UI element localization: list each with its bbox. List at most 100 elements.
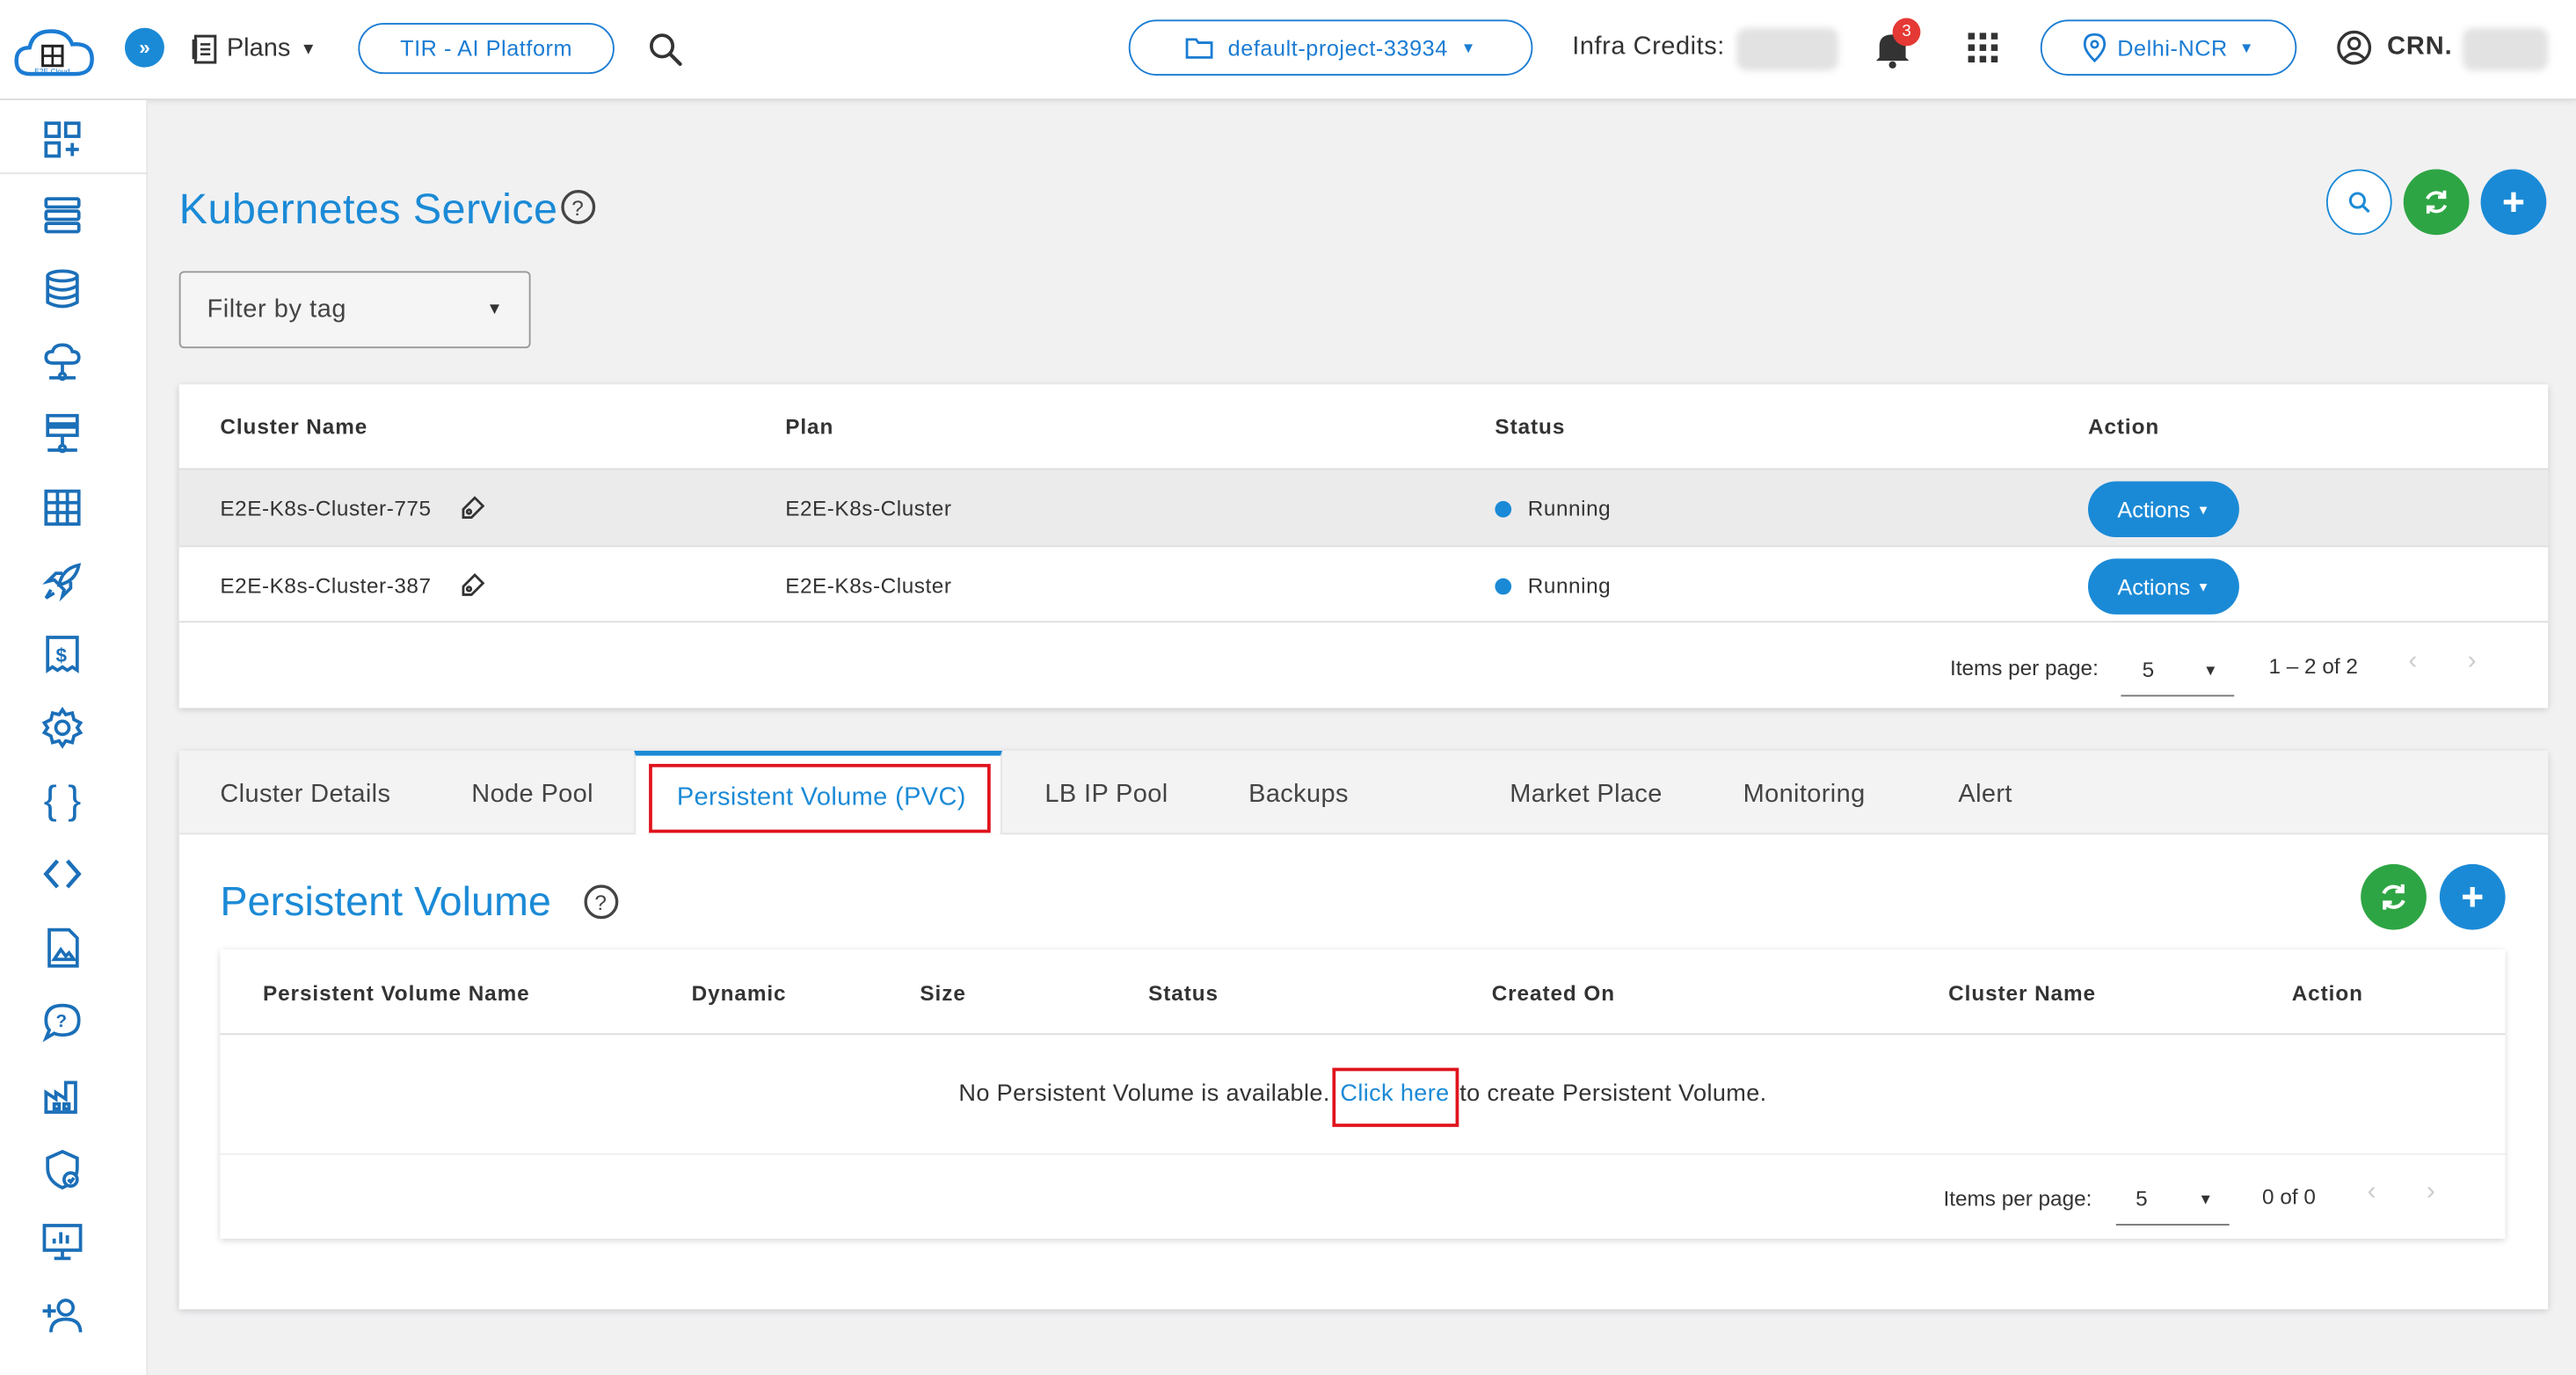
filter-placeholder: Filter by tag: [207, 295, 347, 324]
tab-monitoring[interactable]: Monitoring: [1743, 781, 1866, 811]
tab-cluster-details[interactable]: Cluster Details: [220, 781, 390, 811]
caret-down-icon: ▼: [2196, 501, 2210, 517]
user-account-icon[interactable]: [2336, 30, 2372, 66]
cluster-name: E2E-K8s-Cluster-387: [220, 573, 432, 599]
items-per-page-select[interactable]: 5 ▼: [2115, 1173, 2230, 1226]
status-running-dot: [1495, 500, 1512, 518]
refresh-icon: [2382, 884, 2405, 910]
cloud-network-icon[interactable]: [40, 338, 85, 384]
cluster-plan: E2E-K8s-Cluster: [785, 573, 952, 599]
search-clusters-button[interactable]: [2325, 169, 2392, 236]
column-header-cluster-name: Cluster Name: [1948, 980, 2096, 1006]
clusters-table: Cluster Name Plan Status Action E2E-K8s-…: [178, 384, 2549, 709]
project-label: default-project-33934: [1227, 35, 1448, 61]
column-header-cluster-name: Cluster Name: [220, 413, 368, 439]
svg-text:$: $: [56, 644, 68, 666]
actions-button[interactable]: Actions ▼: [2087, 481, 2239, 538]
project-selector[interactable]: default-project-33934 ▼: [1128, 19, 1533, 76]
apps-grid-icon[interactable]: [1967, 32, 1999, 64]
header-divider: [220, 1033, 2506, 1036]
code-icon[interactable]: [40, 851, 85, 897]
tab-node-pool[interactable]: Node Pool: [471, 781, 593, 811]
server-icon[interactable]: [40, 193, 85, 238]
database-icon[interactable]: [40, 266, 85, 312]
persistent-volume-table: Persistent Volume Name Dynamic Size Stat…: [220, 949, 2506, 1239]
image-file-icon[interactable]: [40, 925, 85, 971]
page-title: Kubernetes Service: [178, 184, 558, 234]
tab-lb-ip-pool[interactable]: LB IP Pool: [1044, 781, 1168, 811]
add-user-icon[interactable]: [40, 1293, 85, 1339]
storage-grid-icon[interactable]: [40, 484, 85, 530]
table-row[interactable]: E2E-K8s-Cluster-387 E2E-K8s-Cluster Runn…: [178, 545, 2549, 623]
caret-down-icon: ▼: [2198, 1189, 2214, 1207]
column-header-pv-name: Persistent Volume Name: [262, 980, 530, 1006]
braces-icon[interactable]: { }: [40, 779, 85, 825]
footer-divider: [220, 1153, 2506, 1155]
next-page-icon[interactable]: ›: [2468, 647, 2477, 677]
notification-badge: 3: [1892, 18, 1921, 47]
factory-icon[interactable]: [40, 1073, 85, 1118]
server-network-icon[interactable]: [40, 411, 85, 456]
caret-down-icon: ▼: [2196, 578, 2210, 594]
location-pin-icon: [2083, 33, 2106, 63]
column-header-created-on: Created On: [1491, 980, 1615, 1006]
plans-menu[interactable]: Plans ▼: [191, 30, 317, 69]
items-per-page-label: Items per page:: [1943, 1186, 2092, 1211]
edit-tag-icon[interactable]: [460, 571, 486, 598]
next-page-icon[interactable]: ›: [2427, 1178, 2435, 1208]
tir-ai-platform-button[interactable]: TIR - AI Platform: [358, 23, 615, 75]
previous-page-icon[interactable]: ‹: [2408, 647, 2417, 677]
svg-text:?: ?: [56, 1011, 68, 1031]
column-header-action: Action: [2291, 980, 2363, 1006]
column-header-action: Action: [2087, 413, 2160, 439]
plans-list-icon: [192, 34, 217, 64]
highlight-box-click-here: [1332, 1067, 1459, 1127]
infra-credits-value-redacted: [1736, 27, 1838, 71]
search-icon[interactable]: [645, 30, 685, 69]
tab-market-place[interactable]: Market Place: [1510, 781, 1663, 811]
refresh-clusters-button[interactable]: [2403, 169, 2470, 236]
caret-down-icon: ▼: [2202, 661, 2218, 678]
dashboard-add-icon[interactable]: [40, 117, 85, 163]
column-header-status: Status: [1495, 413, 1566, 439]
refresh-pv-button[interactable]: [2361, 863, 2427, 930]
previous-page-icon[interactable]: ‹: [2368, 1178, 2376, 1208]
tab-alert[interactable]: Alert: [1958, 781, 2012, 811]
filter-by-tag-select[interactable]: Filter by tag ▼: [178, 271, 531, 349]
help-chat-icon[interactable]: ?: [40, 999, 85, 1044]
plus-icon: [2503, 192, 2524, 213]
items-per-page-value: 5: [2142, 657, 2155, 682]
help-circle-icon[interactable]: ?: [583, 884, 619, 920]
expand-sidebar-button[interactable]: »: [125, 27, 164, 68]
crn-label: CRN.: [2387, 33, 2453, 62]
empty-state-prefix: No Persistent Volume is available.: [958, 1080, 1330, 1108]
items-per-page-value: 5: [2136, 1186, 2148, 1211]
e2e-logo[interactable]: E2E Cloud: [13, 21, 95, 80]
svg-text:?: ?: [594, 891, 607, 915]
notification-bell[interactable]: 3: [1873, 18, 1921, 69]
region-selector[interactable]: Delhi-NCR ▼: [2040, 19, 2297, 76]
items-per-page-label: Items per page:: [1950, 655, 2099, 680]
help-circle-icon[interactable]: ?: [560, 189, 596, 225]
billing-icon[interactable]: $: [40, 631, 85, 677]
monitor-chart-icon[interactable]: [40, 1219, 85, 1265]
caret-down-icon: ▼: [486, 300, 503, 319]
rocket-icon[interactable]: [40, 558, 85, 604]
add-pv-button[interactable]: [2439, 863, 2506, 930]
add-cluster-button[interactable]: [2480, 169, 2547, 236]
items-per-page-select[interactable]: 5 ▼: [2121, 644, 2235, 697]
actions-label: Actions: [2117, 497, 2191, 522]
shield-icon[interactable]: [40, 1146, 85, 1192]
top-bar: E2E Cloud » Plans ▼ TIR - AI Platform de…: [0, 0, 2576, 100]
caret-down-icon: ▼: [300, 40, 317, 59]
actions-button[interactable]: Actions ▼: [2087, 558, 2239, 615]
actions-label: Actions: [2117, 574, 2191, 600]
table-row[interactable]: E2E-K8s-Cluster-775 E2E-K8s-Cluster Runn…: [178, 468, 2549, 546]
caret-down-icon: ▼: [1460, 39, 1477, 56]
gear-icon[interactable]: [40, 705, 85, 751]
tab-backups[interactable]: Backups: [1248, 781, 1349, 811]
section-title: Persistent Volume: [220, 878, 551, 926]
refresh-icon: [2426, 190, 2448, 214]
empty-state-suffix: to create Persistent Volume.: [1459, 1080, 1767, 1108]
edit-tag-icon[interactable]: [460, 494, 486, 520]
